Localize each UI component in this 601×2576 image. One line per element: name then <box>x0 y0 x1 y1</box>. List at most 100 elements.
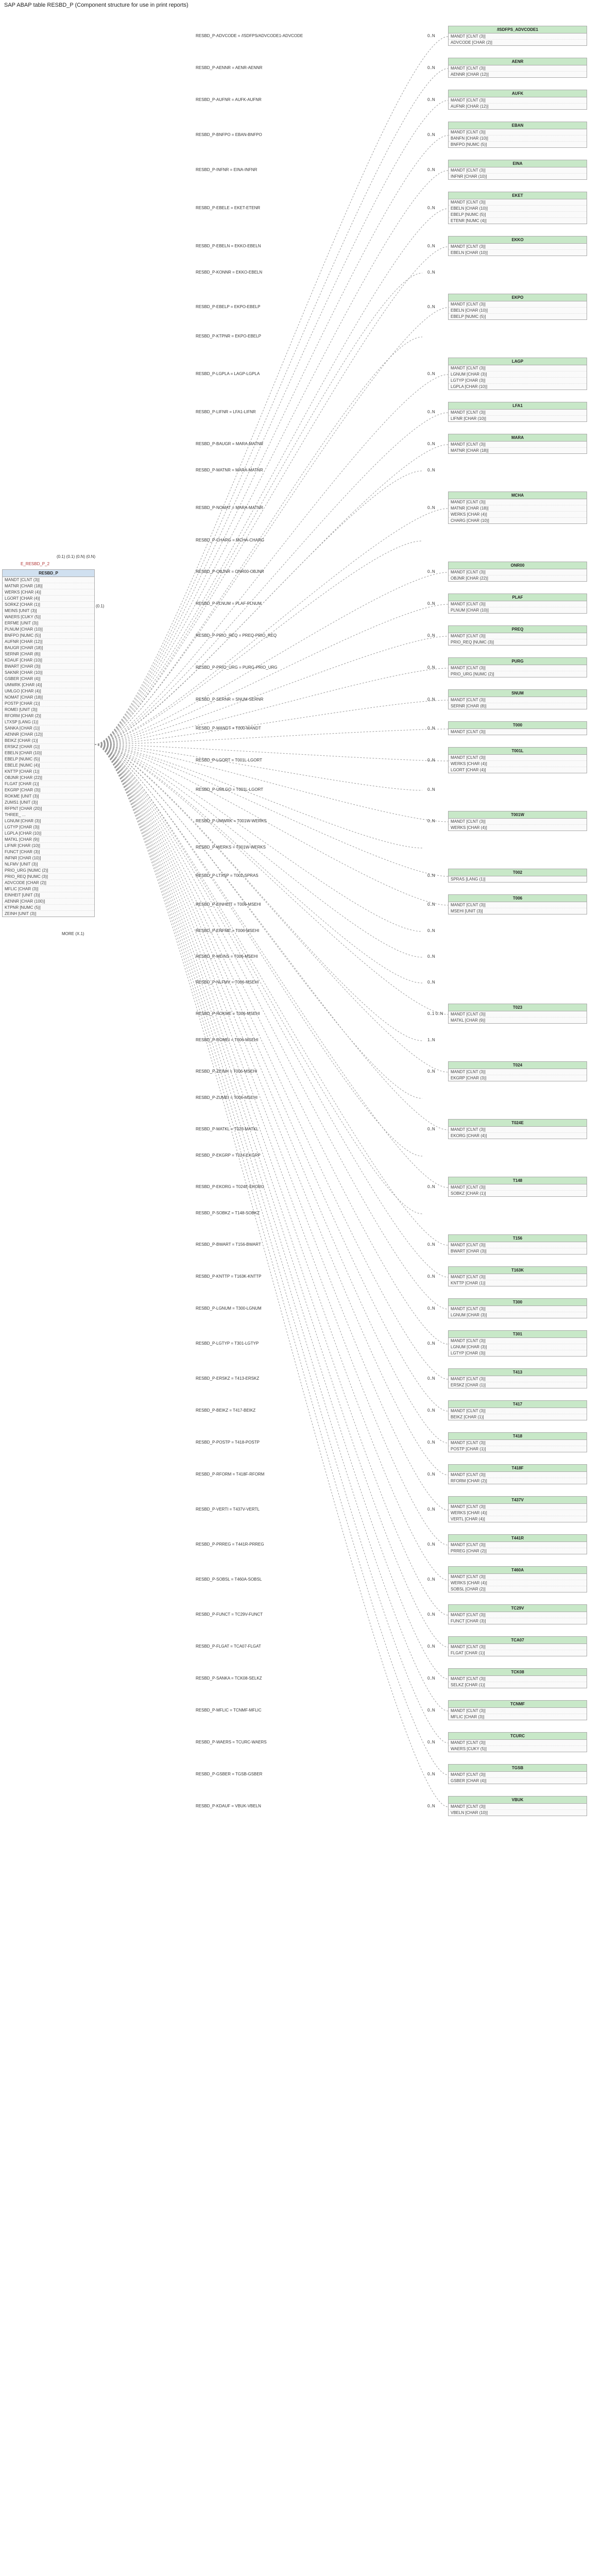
entity-field: PRREG [CHAR (2)] <box>449 1548 587 1554</box>
entity-field: LGNUM [CHAR (3)] <box>449 1312 587 1318</box>
relation-label: RESBD_P-ZUMEI = T006-MSEHI <box>196 1095 257 1100</box>
entity-field: MATKL [CHAR (9)] <box>449 1018 587 1023</box>
entity-field: ZEINH [UNIT (3)] <box>3 911 94 917</box>
entity-target: T301MANDT [CLNT (3)]LGNUM [CHAR (3)]LGTY… <box>448 1330 587 1357</box>
cardinality-label: 0..N <box>427 1612 435 1617</box>
cardinality-label: 0..N <box>427 1644 435 1649</box>
entity-target: EKETMANDT [CLNT (3)]EBELN [CHAR (10)]EBE… <box>448 192 587 224</box>
entity-header: T413 <box>449 1369 587 1376</box>
entity-target: TCA07MANDT [CLNT (3)]FLGAT [CHAR (1)] <box>448 1636 587 1656</box>
entity-target: T441RMANDT [CLNT (3)]PRREG [CHAR (2)] <box>448 1534 587 1554</box>
entity-field: CHARG [CHAR (10)] <box>449 518 587 523</box>
entity-field: ROKME [UNIT (3)] <box>3 793 94 800</box>
entity-field: RFORM [CHAR (2)] <box>3 713 94 719</box>
entity-field: LGNUM [CHAR (3)] <box>3 818 94 824</box>
entity-field: BEIKZ [CHAR (1)] <box>449 1414 587 1420</box>
entity-header: T418F <box>449 1465 587 1472</box>
relation-label: RESBD_P-UMLGO = T001L-LGORT <box>196 787 263 792</box>
entity-target: T417MANDT [CLNT (3)]BEIKZ [CHAR (1)] <box>448 1400 587 1420</box>
relation-label: RESBD_P-BEIKZ = T417-BEIKZ <box>196 1408 255 1413</box>
entity-target: /ISDFPS_ADVCODE1MANDT [CLNT (3)]ADVCODE … <box>448 26 587 46</box>
entity-field: ERSKZ [CHAR (1)] <box>449 1382 587 1388</box>
relation-label: RESBD_P-EKORG = T024E-EKORG <box>196 1184 264 1189</box>
entity-target: T001LMANDT [CLNT (3)]WERKS [CHAR (4)]LGO… <box>448 747 587 773</box>
relation-label: RESBD_P-MEINS = T006-MSEHI <box>196 954 258 959</box>
relation-label: RESBD_P-AUFNR = AUFK-AUFNR <box>196 97 262 102</box>
entity-field: OBJNR [CHAR (22)] <box>449 575 587 581</box>
relation-label: RESBD_P-RFORM = T418F-RFORM <box>196 1472 264 1477</box>
entity-header: TCURC <box>449 1733 587 1740</box>
entity-field: ERFME [UNIT (3)] <box>3 620 94 626</box>
entity-field: FUNCT [CHAR (3)] <box>449 1618 587 1624</box>
cardinality-label: 0..N <box>427 726 435 731</box>
entity-field: WAERS [CUKY (5)] <box>449 1746 587 1752</box>
entity-field: MANDT [CLNT (3)] <box>449 1542 587 1548</box>
entity-field: PLNUM [CHAR (10)] <box>449 607 587 613</box>
entity-field: LTXSP [LANG (1)] <box>3 719 94 725</box>
entity-field: MFLIC [CHAR (3)] <box>3 886 94 892</box>
cardinality-label: 0..N <box>427 1542 435 1547</box>
cardinality-label: 0..N <box>427 1472 435 1477</box>
relation-label: RESBD_P-NLFMV = T006-MSEHI <box>196 980 259 985</box>
entity-field: RFPNT [CHAR (20)] <box>3 806 94 812</box>
entity-target: T006MANDT [CLNT (3)]MSEHI [UNIT (3)] <box>448 894 587 914</box>
entity-header: T002 <box>449 869 587 876</box>
entity-resbd-p: RESBD_P MANDT [CLNT (3)]MATNR [CHAR (18)… <box>2 569 95 917</box>
entity-target: T300MANDT [CLNT (3)]LGNUM [CHAR (3)] <box>448 1298 587 1318</box>
entity-field: LGORT [CHAR (4)] <box>3 596 94 602</box>
entity-field: SANKA [CHAR (1)] <box>3 725 94 732</box>
cardinality-label: 0..N <box>427 665 435 670</box>
entity-field: MANDT [CLNT (3)] <box>449 665 587 671</box>
entity-target: T002SPRAS [LANG (1)] <box>448 869 587 883</box>
cardinality-label: 0..N <box>427 410 435 414</box>
relation-label: RESBD_P-KTPNR = EKPO-EBELP <box>196 334 261 338</box>
relation-label: RESBD_P-MATKL = T023-MATKL <box>196 1127 259 1131</box>
entity-field: EBELN [CHAR (10)] <box>449 250 587 256</box>
entity-header: LAGP <box>449 358 587 365</box>
entity-target: T418FMANDT [CLNT (3)]RFORM [CHAR (2)] <box>448 1464 587 1484</box>
entity-header: TGSB <box>449 1765 587 1772</box>
entity-field: MEINS [UNIT (3)] <box>3 608 94 614</box>
relation-label: RESBD_P-EINHEIT = T006-MSEHI <box>196 902 261 907</box>
entity-field: MANDT [CLNT (3)] <box>449 1184 587 1191</box>
entity-header: ONR00 <box>449 562 587 569</box>
entity-field: EINHEIT [UNIT (3)] <box>3 892 94 899</box>
entity-header: PREQ <box>449 626 587 633</box>
entity-field: KNTTP [CHAR (1)] <box>449 1280 587 1286</box>
entity-field: EBELP [NUMC (5)] <box>449 212 587 218</box>
cardinality-label: 0..N <box>427 1069 435 1074</box>
relation-label: RESBD_P-BWART = T156-BWART <box>196 1242 261 1247</box>
entity-field: ROMEI [UNIT (3)] <box>3 707 94 713</box>
relation-label: RESBD_P-MANDT = T000-MANDT <box>196 726 261 731</box>
entity-field: WERKS [CHAR (4)] <box>3 589 94 596</box>
entity-header: EKET <box>449 192 587 199</box>
entity-header: T001L <box>449 748 587 755</box>
entity-field: MATNR [CHAR (18)] <box>3 583 94 589</box>
cardinality-label: 0..N <box>427 1376 435 1381</box>
entity-field: PRIO_URG [NUMC (2)] <box>3 868 94 874</box>
entity-field: LGORT [CHAR (4)] <box>449 767 587 773</box>
entity-header: T163K <box>449 1267 587 1274</box>
entity-field: MATNR [CHAR (18)] <box>449 505 587 512</box>
entity-target: EKKOMANDT [CLNT (3)]EBELN [CHAR (10)] <box>448 236 587 256</box>
entity-header: PLAF <box>449 594 587 601</box>
entity-target: T418MANDT [CLNT (3)]POSTP [CHAR (1)] <box>448 1432 587 1452</box>
entity-field: MANDT [CLNT (3)] <box>449 1504 587 1510</box>
card-left-top: (0.1) (0.1) (0.N) (0.N) <box>57 554 95 559</box>
entity-field: EBELN [CHAR (10)] <box>449 308 587 314</box>
entity-header: T418 <box>449 1433 587 1440</box>
cardinality-label: 0..N <box>427 33 435 38</box>
entity-field: BWART [CHAR (3)] <box>3 664 94 670</box>
entity-field: MATKL [CHAR (9)] <box>3 837 94 843</box>
entity-field: NOMAT [CHAR (18)] <box>3 694 94 701</box>
relation-label: RESBD_P-PLNUM = PLAF-PLNUM <box>196 601 262 606</box>
cardinality-label: 0..N <box>427 819 435 823</box>
relation-label: RESBD_P-ERFME = T006-MSEHI <box>196 928 259 933</box>
cardinality-label: 0..N <box>427 902 435 907</box>
entity-header: MCHA <box>449 492 587 499</box>
entity-field: MSEHI [UNIT (3)] <box>449 908 587 914</box>
entity-target: T024EMANDT [CLNT (3)]EKORG [CHAR (4)] <box>448 1119 587 1139</box>
entity-target: PLAFMANDT [CLNT (3)]PLNUM [CHAR (10)] <box>448 594 587 614</box>
entity-field: GSBER [CHAR (4)] <box>449 1778 587 1784</box>
entity-field: MANDT [CLNT (3)] <box>449 301 587 308</box>
